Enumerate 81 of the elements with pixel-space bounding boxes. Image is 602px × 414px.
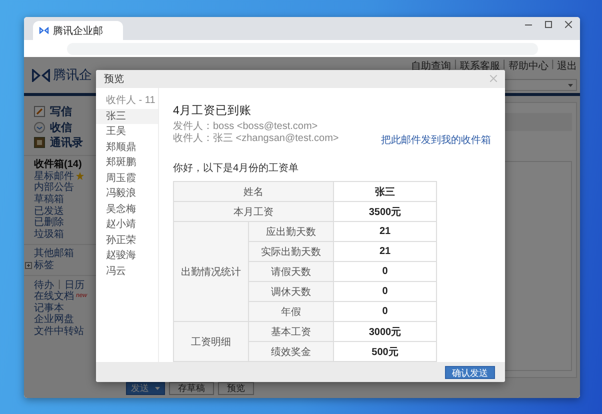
greeting-text: 你好，以下是4月份的工资单 [173,162,300,175]
mail-subject: 4月工资已到账 [173,104,252,118]
table-cell: 500元 [334,342,436,362]
recipient-heading: 收件人 - 11 [105,94,156,108]
recipient-line: 收件人：张三 <zhangsan@test.com> [173,133,339,146]
header-link[interactable]: 退出 [557,59,577,73]
folder-link[interactable]: 已删除 [34,216,98,228]
logo-icon [32,68,50,82]
header-link[interactable]: 帮助中心 [508,59,548,73]
caret-icon [568,84,573,86]
dialog-title: 预览 [104,73,124,86]
folder-link[interactable]: 星标邮件 [34,170,98,182]
forward-link[interactable]: 把此邮件发到我的收件箱 [381,133,491,147]
sidebar-action[interactable]: 写信 [34,104,98,120]
recipient-item[interactable]: 周玉霞 [96,170,158,186]
recipient-item[interactable]: 吴念梅 [96,202,158,217]
table-cell: 本月工资 [174,202,334,222]
link-separator: | [454,59,457,72]
recipient-item[interactable]: 冯毅浪 [96,186,158,202]
table-cell: 姓名 [174,182,334,202]
table-cell: 21 [334,222,436,242]
compose-button[interactable]: 预览 [218,382,254,395]
link-separator: | [502,59,506,72]
folder-link[interactable]: 收件箱(14) [34,158,98,170]
folder-link[interactable]: 草稿箱 [34,193,98,205]
folder-link[interactable]: 垃圾箱 [34,228,98,240]
address-book-icon [34,137,45,148]
recipient-item[interactable]: 赵小靖 [96,217,158,232]
logo-text: 腾讯企 [53,66,92,84]
sidebar-action[interactable]: 收信 [34,120,98,135]
caret-icon [155,387,160,390]
recipient-item[interactable]: 郑斑鹏 [96,155,158,170]
sender-line: 发件人：boss <boss@test.com> [173,121,319,132]
table-cell: 年假 [248,302,334,322]
table-cell: 3000元 [334,322,436,342]
table-cell: 请假天数 [248,262,334,282]
recipient-item[interactable]: 孙正荣 [96,232,158,248]
tool-link[interactable]: 文件中转站 [34,325,98,337]
tool-link[interactable]: 记事本 [34,302,98,314]
logo-icon [39,27,49,34]
table-cell: 0 [334,282,436,302]
table-cell: 实际出勤天数 [248,242,334,262]
table-cell: 21 [334,242,436,262]
table-cell: 0 [334,302,436,322]
table-cell: 0 [334,262,436,282]
recipient-item[interactable]: 郑顺鼎 [96,140,158,155]
compose-button[interactable]: 发送 [126,382,165,395]
table-cell: 应出勤天数 [248,222,334,242]
folder-link[interactable]: 内部公告 [34,182,98,194]
expand-icon[interactable] [25,262,32,269]
recipient-item[interactable]: 冯云 [96,264,158,279]
maximize-icon[interactable] [545,21,552,28]
table-cell: 3500元 [334,202,436,222]
recipient-item[interactable]: 张三 [96,108,158,124]
browser-tab[interactable]: 腾讯企业邮 [33,21,123,40]
close-icon[interactable] [565,21,572,28]
tool-link[interactable]: 在线文档 $^{new}$ [34,290,98,302]
folder-link[interactable]: 标签 [25,259,98,271]
table-cell: 绩效奖金 [248,342,334,362]
sidebar-action[interactable]: 通讯录 [34,135,98,150]
table-cell: 调休天数 [248,282,334,302]
pencil-icon [34,106,45,118]
header-link[interactable]: 自助查询 [411,59,452,73]
table-cell: 基本工资 [248,322,334,342]
folder-link[interactable]: 已发送 [34,204,98,216]
star-icon [76,172,84,180]
compose-button[interactable]: 存草稿 [169,382,214,395]
tool-link[interactable]: 日历 [64,278,85,290]
new-label: new [76,293,88,300]
table-cell: 张三 [334,182,436,202]
table-cell: 工资明细 [174,322,248,362]
table-cell: 出勤情况统计 [174,222,248,322]
tool-link[interactable]: 企业网盘 [34,314,98,326]
recipient-item[interactable]: 赵骏海 [96,248,158,264]
folder-link[interactable]: 其他邮箱 [34,248,98,260]
recipient-item[interactable]: 王吴 [96,124,158,140]
confirm-send-button[interactable]: 确认发送 [445,366,495,378]
header-link[interactable]: 联系客服 [460,59,500,73]
link-separator: | [551,59,554,72]
tool-link[interactable]: 待办 [34,278,54,290]
link-separator: | [58,279,61,290]
